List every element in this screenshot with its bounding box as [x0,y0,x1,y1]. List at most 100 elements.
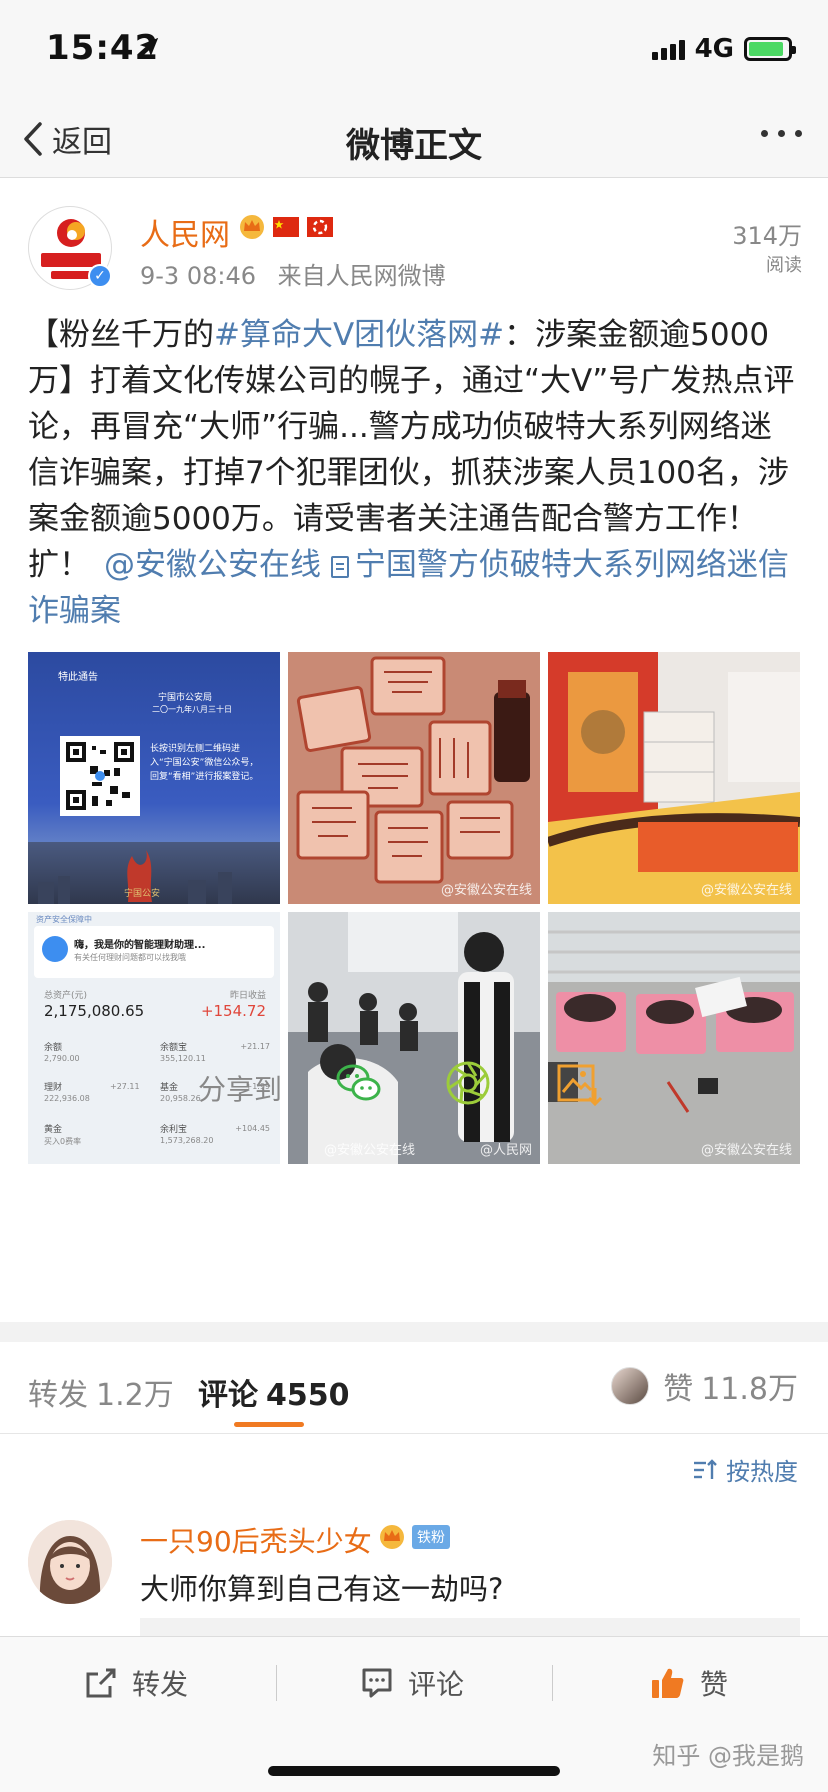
image-notice[interactable]: 特此通告 宁国市公安局 二〇一九年八月三十日 长按识别左侧二维码进入“宁国公安”… [28,652,280,904]
tab-likes-text: 赞 11.8万 [663,1364,798,1408]
comment-label: 评论 [408,1668,465,1701]
mention-link[interactable]: @安徽公安在线 [104,547,321,583]
save-image-icon[interactable] [553,1058,603,1108]
image-evidence-baskets[interactable]: @安徽公安在线 [548,912,800,1164]
finance-header: 资产安全保障中 [36,915,92,924]
read-count-value: 314万 [732,222,802,250]
altar-room-photo [548,652,800,904]
read-count: 314万 阅读 [732,216,802,277]
yesterday-label: 昨日收益 [229,991,266,1001]
dot-icon [761,130,768,137]
comment-text: 大师你算到自己有这一劫吗? [140,1572,504,1606]
image-arrest-office[interactable]: @安徽公安在线 @人民网 [288,912,540,1164]
post-text-part: 【粉丝千万的 [28,317,214,353]
tab-reposts-label: 转发 [28,1378,88,1413]
moments-icon[interactable] [443,1058,493,1108]
china-flag-icon [273,217,299,237]
toolbar-separator [552,1665,553,1701]
seals-photo [288,652,540,904]
bottom-toolbar: 转发 评论 赞 [0,1636,828,1728]
total-label: 总资产(元) [44,991,88,1001]
sort-by-hot-button[interactable]: 按热度 [692,1452,798,1487]
sort-icon [694,1458,717,1479]
tab-comments-label: 评论 [198,1378,258,1413]
watermark: @安徽公安在线 [324,1143,416,1158]
image-seals[interactable]: @安徽公安在线 [288,652,540,904]
watermark: @安徽公安在线 [700,1143,792,1158]
assistant-icon [42,936,68,962]
tab-reposts[interactable]: 转发 1.2万 [28,1370,174,1414]
author-name[interactable]: 人民网 [140,210,230,254]
tab-likes[interactable]: 赞 11.8万 [611,1364,798,1408]
nav-bar: 返回 微博正文 [0,100,828,178]
post-time: 9-3 08:46 [140,262,256,290]
fan-badge: 铁粉 [412,1525,450,1549]
more-options-button[interactable] [761,130,802,137]
commenter-name[interactable]: 一只90后秃头少女 [140,1520,372,1560]
read-count-label: 阅读 [766,255,802,276]
total-value: 2,175,080.65 [44,1002,145,1020]
share-label: 分享到 [198,1073,283,1106]
topic-link[interactable]: #算命大V团伙落网# [214,317,504,353]
evidence-baskets-photo [548,912,800,1164]
wechat-icon[interactable] [334,1058,384,1108]
crown-icon [240,215,264,239]
row3-right-label: 余利宝 [160,1125,188,1135]
thumbs-up-icon [652,1668,684,1698]
comment-button[interactable]: 评论 [360,1637,464,1729]
watermark: @人民网 [479,1143,532,1158]
notice-date: 二〇一九年八月三十日 [152,705,232,714]
post-source: 来自人民网微博 [277,262,446,290]
dot-icon [778,130,785,137]
tab-reposts-count: 1.2万 [96,1378,174,1413]
status-indicators: 4G [651,34,796,64]
watermark: @安徽公安在线 [700,883,792,898]
repost-label: 转发 [132,1668,189,1701]
interaction-tabs: 转发 1.2万 评论 4550 赞 11.8万 [0,1342,828,1434]
like-button[interactable]: 赞 [650,1637,728,1729]
post-meta: 9-3 08:46 来自人民网微博 [140,256,446,291]
post-text: 【粉丝千万的#算命大V团伙落网#：涉案金额逾5000万】打着文化传媒公司的幌子，… [28,312,798,634]
dot-icon [795,130,802,137]
liker-avatar [611,1367,650,1405]
crown-icon [380,1525,404,1549]
tab-likes-label: 赞 [663,1372,694,1407]
post-text-part: ：涉案金额逾5000万】打着文化传媒公司的幌子，通过“大V”号广发热点评论，再冒… [28,317,795,583]
battery-icon [744,37,796,61]
verified-badge-icon: ✓ [88,264,112,288]
article-icon [330,555,349,578]
sort-label: 按热度 [726,1458,798,1486]
tab-likes-count: 11.8万 [701,1372,798,1407]
image-finance-app[interactable]: 资产安全保障中 嗨，我是你的智能理财助理... 有关任何理财问题都可以找我哦 总… [28,912,280,1164]
hongkong-flag-icon [307,217,333,237]
repost-icon [86,1668,116,1698]
commenter-badges: 铁粉 [378,1524,450,1550]
location-arrow-icon [139,37,159,57]
tab-comments[interactable]: 评论 4550 [198,1370,350,1414]
section-divider [0,1322,828,1342]
arrest-office-photo [288,912,540,1164]
notice-skyline: 宁国公安 [28,842,280,904]
active-tab-indicator [234,1422,304,1427]
network-type: 4G [694,34,734,64]
page-title: 微博正文 [346,126,482,166]
tab-comments-count: 4550 [266,1378,350,1413]
yesterday-value: +154.72 [200,1002,266,1020]
row3-left-label: 黄金 [44,1125,63,1135]
toolbar-separator [276,1665,277,1701]
commenter-avatar[interactable] [28,1520,112,1604]
source-watermark: 知乎 @我是鹅 [652,1742,804,1770]
repost-button[interactable]: 转发 [84,1637,188,1729]
image-altar-room[interactable]: @安徽公安在线 [548,652,800,904]
assistant-greeting: 嗨，我是你的智能理财助理... [74,940,206,951]
row3-right-delta: +104.45 [235,1124,270,1133]
reply-preview[interactable] [140,1618,800,1638]
row3-left-value: 买入0费率 [44,1137,82,1146]
notice-footer: 宁国公安 [124,889,161,899]
row3-right-value: 1,573,268.20 [160,1136,214,1145]
share-row: 分享到 [0,1040,828,1120]
home-indicator [268,1766,560,1776]
watermark: @安徽公安在线 [440,883,532,898]
finance-assistant-card: 嗨，我是你的智能理财助理... 有关任何理财问题都可以找我哦 [34,926,274,978]
signal-icon [651,38,685,60]
